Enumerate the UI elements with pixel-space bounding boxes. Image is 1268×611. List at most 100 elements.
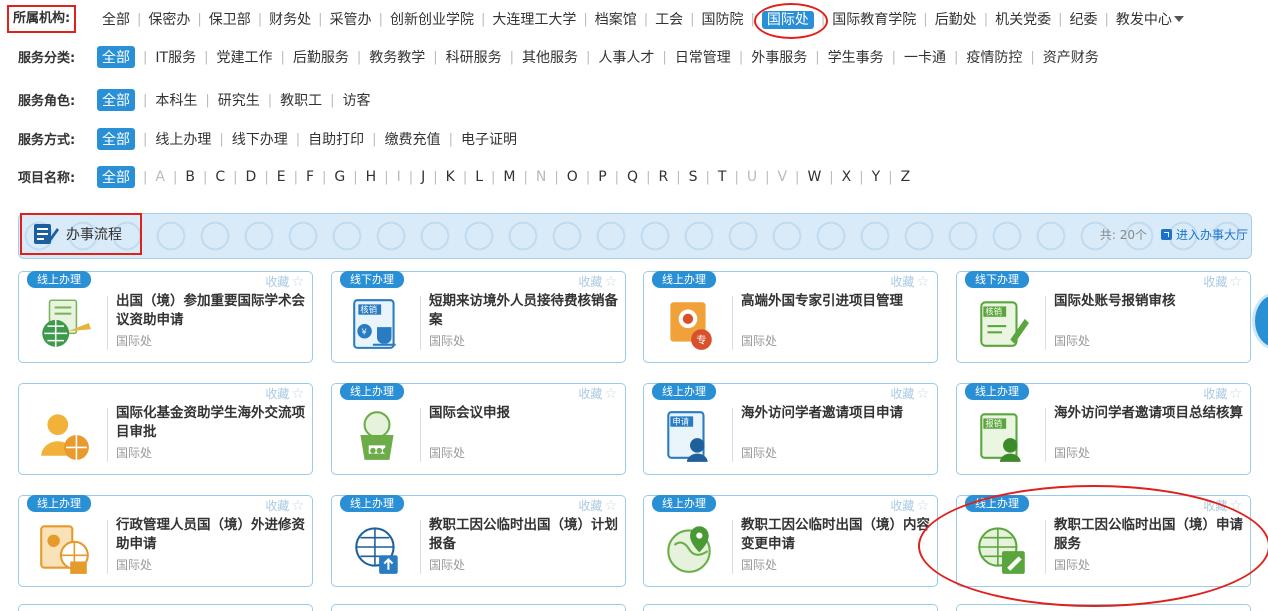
filter-option-name[interactable]: S <box>689 169 698 185</box>
filter-option-role[interactable]: 全部 <box>97 89 135 111</box>
filter-option-role[interactable]: 访客 <box>343 90 371 110</box>
service-card[interactable]: 线上办理 收藏 ☆ 专 高端外国专家引进项目管理 国际处 <box>643 271 938 363</box>
filter-option-name[interactable]: L <box>475 169 483 185</box>
filter-option-name[interactable]: D <box>246 169 257 185</box>
service-card[interactable]: 线上办理 收藏 ☆ 教职工因公临时出国（境）计划报备 国际处 <box>331 495 626 587</box>
filter-option-org[interactable]: 后勤处 <box>935 9 977 29</box>
filter-separator: | <box>554 169 559 185</box>
filter-option-name[interactable]: W <box>807 169 821 185</box>
filter-option-category[interactable]: 党建工作 <box>216 47 272 67</box>
filter-option-org[interactable]: 机关党委 <box>995 9 1051 29</box>
filter-option-name[interactable]: Q <box>627 169 638 185</box>
filter-option-org[interactable]: 保密办 <box>148 9 190 29</box>
filter-option-category[interactable]: 其他服务 <box>522 47 578 67</box>
service-title[interactable]: 海外访问学者邀请项目申请 <box>741 404 931 423</box>
service-card[interactable]: 线上办理 收藏 ☆ 教职工因公临时出国（境）内容变更申请 国际处 <box>643 495 938 587</box>
service-title[interactable]: 国际化基金资助学生海外交流项目审批 <box>116 404 306 442</box>
favorite-button[interactable]: 收藏 ☆ <box>890 385 929 402</box>
filter-option-name[interactable]: E <box>277 169 286 185</box>
filter-option-name[interactable]: M <box>503 169 515 185</box>
filter-option-org[interactable]: 创新创业学院 <box>390 9 474 29</box>
filter-option-name[interactable]: G <box>334 169 345 185</box>
service-card[interactable]: 线上办理 收藏 ☆ ●●● 国际会议申报 国际处 <box>331 383 626 475</box>
filter-option-category[interactable]: 资产财务 <box>1043 47 1099 67</box>
filter-option-category[interactable]: 疫情防控 <box>966 47 1022 67</box>
filter-option-method[interactable]: 电子证明 <box>461 129 517 149</box>
filter-option-category[interactable]: 后勤服务 <box>293 47 349 67</box>
filter-option-category[interactable]: IT服务 <box>155 47 196 67</box>
filter-option-category[interactable]: 全部 <box>97 46 135 68</box>
favorite-button[interactable]: 收藏 ☆ <box>578 385 617 402</box>
filter-option-name[interactable]: H <box>366 169 377 185</box>
filter-option-category[interactable]: 人事人才 <box>598 47 654 67</box>
filter-option-org[interactable]: 纪委 <box>1069 9 1097 29</box>
filter-option-category[interactable]: 教务教学 <box>369 47 425 67</box>
service-title[interactable]: 海外访问学者邀请项目总结核算 <box>1054 404 1244 423</box>
filter-option-name[interactable]: O <box>567 169 578 185</box>
filter-option-name[interactable]: X <box>842 169 852 185</box>
service-title[interactable]: 出国（境）参加重要国际学术会议资助申请 <box>116 292 306 330</box>
favorite-button[interactable]: 收藏 ☆ <box>890 497 929 514</box>
filter-option-category[interactable]: 外事服务 <box>751 47 807 67</box>
filter-option-org[interactable]: 采管办 <box>330 9 372 29</box>
service-card[interactable]: 线上办理 收藏 ☆ 行政管理人员国（境）外进修资助申请 国际处 <box>18 495 313 587</box>
filter-option-org[interactable]: 保卫部 <box>209 9 251 29</box>
favorite-button[interactable]: 收藏 ☆ <box>1203 273 1242 290</box>
favorite-button[interactable]: 收藏 ☆ <box>265 385 304 402</box>
filter-option-role[interactable]: 研究生 <box>218 90 260 110</box>
favorite-button[interactable]: 收藏 ☆ <box>1203 385 1242 402</box>
filter-option-org[interactable]: 大连理工大学 <box>492 9 576 29</box>
favorite-button[interactable]: 收藏 ☆ <box>890 273 929 290</box>
filter-option-name[interactable]: 全部 <box>97 166 135 188</box>
filter-separator: | <box>480 11 486 27</box>
filter-option-name[interactable]: K <box>446 169 455 185</box>
filter-option-category[interactable]: 学生事务 <box>828 47 884 67</box>
service-title[interactable]: 国际处账号报销审核 <box>1054 292 1244 311</box>
filter-option-role[interactable]: 教职工 <box>280 90 322 110</box>
service-title[interactable]: 教职工因公临时出国（境）计划报备 <box>429 516 619 554</box>
filter-option-category[interactable]: 科研服务 <box>446 47 502 67</box>
chevron-down-icon[interactable] <box>1173 16 1184 22</box>
service-title[interactable]: 高端外国专家引进项目管理 <box>741 292 931 311</box>
enter-hall-link[interactable]: 进入办事大厅 <box>1160 226 1248 243</box>
filter-option-method[interactable]: 线下办理 <box>232 129 288 149</box>
filter-option-org[interactable]: 国际教育学院 <box>832 9 916 29</box>
favorite-button[interactable]: 收藏 ☆ <box>265 273 304 290</box>
service-title[interactable]: 国际会议申报 <box>429 404 619 423</box>
service-title[interactable]: 行政管理人员国（境）外进修资助申请 <box>116 516 306 554</box>
filter-option-name[interactable]: Y <box>872 169 881 185</box>
service-card[interactable]: 线上办理 收藏 ☆ 申请 海外访问学者邀请项目申请 国际处 <box>643 383 938 475</box>
filter-option-org[interactable]: 国防院 <box>702 9 744 29</box>
filter-option-method[interactable]: 线上办理 <box>155 129 211 149</box>
service-title[interactable]: 短期来访境外人员接待费核销备案 <box>429 292 619 330</box>
filter-option-name[interactable]: B <box>185 169 195 185</box>
floating-help-button[interactable] <box>1252 292 1268 350</box>
service-card[interactable]: 收藏 ☆ 国际化基金资助学生海外交流项目审批 国际处 <box>18 383 313 475</box>
filter-option-method[interactable]: 缴费充值 <box>385 129 441 149</box>
filter-option-category[interactable]: 一卡通 <box>904 47 946 67</box>
filter-option-name[interactable]: F <box>306 169 314 185</box>
filter-option-org[interactable]: 全部 <box>102 9 130 29</box>
filter-option-org[interactable]: 工会 <box>655 9 683 29</box>
service-title[interactable]: 教职工因公临时出国（境）内容变更申请 <box>741 516 931 554</box>
favorite-button[interactable]: 收藏 ☆ <box>578 273 617 290</box>
filter-option-org[interactable]: 档案馆 <box>595 9 637 29</box>
filter-option-name[interactable]: C <box>215 169 225 185</box>
service-card[interactable]: 线下办理 收藏 ☆ 核销 国际处账号报销审核 国际处 <box>956 271 1251 363</box>
filter-option-org[interactable]: 财务处 <box>269 9 311 29</box>
filter-option-name[interactable]: Z <box>901 169 911 185</box>
filter-option-name[interactable]: P <box>598 169 606 185</box>
filter-option-org[interactable]: 教发中心 <box>1116 9 1172 29</box>
filter-option-name[interactable]: T <box>718 169 727 185</box>
filter-option-method[interactable]: 全部 <box>97 128 135 150</box>
filter-option-name[interactable]: R <box>658 169 668 185</box>
service-card[interactable]: 线上办理 收藏 ☆ 出国（境）参加重要国际学术会议资助申请 国际处 <box>18 271 313 363</box>
service-card[interactable]: 线上办理 收藏 ☆ 报销 海外访问学者邀请项目总结核算 国际处 <box>956 383 1251 475</box>
filter-option-category[interactable]: 日常管理 <box>675 47 731 67</box>
favorite-button[interactable]: 收藏 ☆ <box>578 497 617 514</box>
filter-option-name[interactable]: J <box>421 169 425 185</box>
filter-option-method[interactable]: 自助打印 <box>308 129 364 149</box>
filter-option-role[interactable]: 本科生 <box>155 90 197 110</box>
favorite-button[interactable]: 收藏 ☆ <box>265 497 304 514</box>
service-card[interactable]: 线下办理 收藏 ☆ 核销 ¥ 短期来访境外人员接待费核销备案 国际处 <box>331 271 626 363</box>
